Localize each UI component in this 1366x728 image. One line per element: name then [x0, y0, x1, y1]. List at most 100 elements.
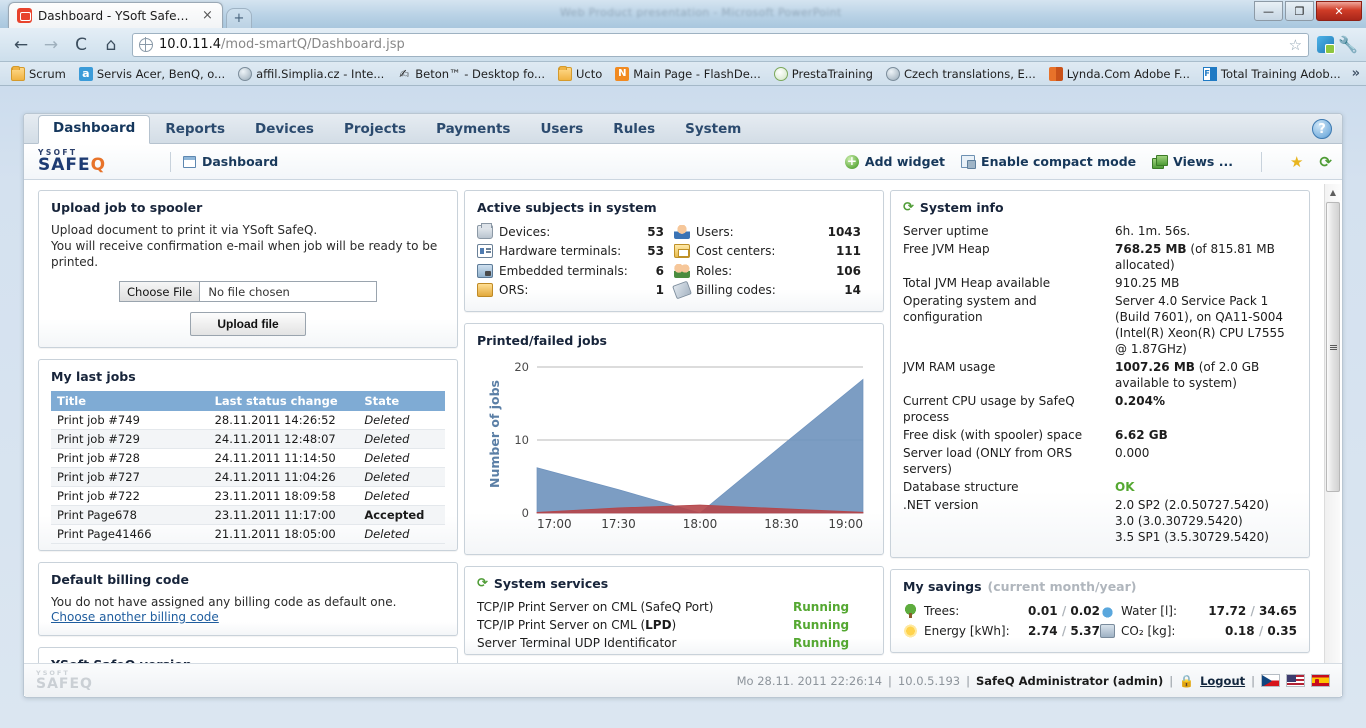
bookmark-label: Scrum	[29, 66, 66, 81]
flag-us-icon[interactable]	[1286, 674, 1305, 687]
tab-payments[interactable]: Payments	[421, 118, 525, 144]
savings-row: Water [l]: 17.72 / 34.65	[1100, 601, 1297, 621]
browser-window: Web Product presentation - Microsoft Pow…	[0, 0, 1366, 728]
tab-reports[interactable]: Reports	[150, 118, 240, 144]
column-title[interactable]: Title	[51, 391, 209, 411]
bookmark-item[interactable]: N Main Page - FlashDe...	[610, 65, 765, 83]
cost-center-icon	[674, 244, 690, 259]
choose-billing-code-link[interactable]: Choose another billing code	[51, 610, 219, 624]
table-row[interactable]: Print job #749 28.11.2011 14:26:52 Delet…	[51, 411, 445, 430]
job-title: Print job #729	[51, 429, 209, 449]
subject-row: Users: 1043	[674, 222, 871, 242]
widget-column-1: Upload job to spooler Upload document to…	[38, 190, 458, 696]
choose-file-button[interactable]: Choose File	[120, 282, 201, 301]
table-header-row: Title Last status change State	[51, 391, 445, 411]
widget-title: Default billing code	[51, 572, 189, 587]
bookmarks-overflow-icon[interactable]: »	[1352, 66, 1360, 81]
service-row: TCP/IP Print Server on CML (SafeQ Port) …	[477, 598, 871, 616]
bookmark-item[interactable]: FT Total Training Adob...	[1198, 65, 1346, 83]
widget-upload-job: Upload job to spooler Upload document to…	[38, 190, 458, 348]
bookmark-label: Lynda.Com Adobe F...	[1066, 66, 1190, 81]
restore-button[interactable]: ❐	[1285, 1, 1314, 21]
forward-icon[interactable]: →	[38, 32, 64, 58]
help-icon[interactable]: ?	[1312, 119, 1332, 139]
table-row[interactable]: Print job #727 24.11.2011 11:04:26 Delet…	[51, 467, 445, 487]
back-icon[interactable]: ←	[8, 32, 34, 58]
info-key: JVM RAM usage	[903, 360, 996, 374]
bookmark-star-icon[interactable]: ☆	[1289, 36, 1302, 54]
table-row[interactable]: Print job #728 24.11.2011 11:14:50 Delet…	[51, 448, 445, 468]
savings-value: 2.74 / 5.37	[1028, 624, 1100, 638]
column-last-status-change[interactable]: Last status change	[208, 391, 359, 411]
browser-tab-dashboard[interactable]: Dashboard - YSoft SafeQ® ×	[8, 2, 223, 28]
scrollbar-thumb[interactable]	[1326, 202, 1340, 492]
tab-system[interactable]: System	[670, 118, 756, 144]
tab-dashboard[interactable]: Dashboard	[38, 114, 151, 144]
logo-safeq-text: SAFEQ	[38, 154, 107, 175]
bookmark-item[interactable]: ✍ Beton™ - Desktop fo...	[392, 65, 550, 83]
column-state[interactable]: State	[358, 391, 445, 411]
address-bar[interactable]: 10.0.11.4/mod-smartQ/Dashboard.jsp ☆	[132, 32, 1310, 57]
table-row[interactable]: Print Page41466 21.11.2011 18:05:00 Dele…	[51, 524, 445, 544]
tab-devices[interactable]: Devices	[240, 118, 329, 144]
job-changed: 23.11.2011 11:17:00	[208, 505, 359, 525]
job-title: Print job #728	[51, 448, 209, 468]
flag-es-icon[interactable]	[1311, 674, 1330, 687]
dashboard-scrollbar[interactable]: ▲ ▼	[1324, 184, 1341, 690]
refresh-icon[interactable]: ⟳	[1319, 153, 1332, 171]
dashboard-body: Upload job to spooler Upload document to…	[24, 180, 1342, 696]
reload-icon[interactable]: C	[68, 32, 94, 58]
table-row[interactable]: Print job #729 24.11.2011 12:48:07 Delet…	[51, 429, 445, 449]
subject-label: Roles:	[696, 263, 733, 278]
bookmark-item[interactable]: PrestaTraining	[769, 65, 878, 83]
bookmarks-bar: Scrum a Servis Acer, BenQ, o... affil.Sim…	[0, 62, 1366, 86]
toolbar-actions: + Add widget Enable compact mode Views .…	[844, 151, 1332, 172]
widget-columns: Upload job to spooler Upload document to…	[24, 190, 1342, 696]
job-state: Deleted	[358, 411, 445, 430]
savings-value: 17.72 / 34.65	[1208, 604, 1297, 618]
tab-rules[interactable]: Rules	[598, 118, 670, 144]
close-icon[interactable]: ×	[199, 9, 216, 22]
tree-icon	[903, 604, 918, 618]
table-row[interactable]: Print job #722 23.11.2011 18:09:58 Delet…	[51, 486, 445, 506]
roles-icon	[674, 263, 690, 278]
file-input[interactable]: Choose File No file chosen	[119, 281, 377, 302]
wrench-menu-icon[interactable]: 🔧	[1338, 35, 1358, 54]
presta-icon	[773, 66, 788, 81]
page-viewport: Dashboard Reports Devices Projects Payme…	[0, 86, 1366, 728]
background-window-title: Web Product presentation - Microsoft Pow…	[560, 6, 842, 19]
widget-default-billing-code: Default billing code You do not have ass…	[38, 562, 458, 636]
browser-tab-title: Dashboard - YSoft SafeQ®	[38, 8, 193, 23]
add-widget-button[interactable]: + Add widget	[844, 154, 945, 169]
info-key: Server uptime	[903, 224, 989, 238]
bookmark-item[interactable]: a Servis Acer, BenQ, o...	[74, 65, 230, 83]
bookmark-label: PrestaTraining	[791, 66, 873, 81]
bookmark-item[interactable]: Ucto	[553, 65, 607, 83]
enable-compact-mode-button[interactable]: Enable compact mode	[961, 154, 1136, 169]
jobs-table: Title Last status change State Print job…	[51, 391, 445, 544]
close-window-button[interactable]: ✕	[1316, 1, 1362, 21]
home-icon[interactable]: ⌂	[98, 32, 124, 58]
bookmark-item[interactable]: Lynda.Com Adobe F...	[1044, 65, 1195, 83]
add-favorite-icon[interactable]: ★	[1290, 153, 1303, 171]
new-tab-button[interactable]: +	[225, 8, 252, 28]
bookmark-item[interactable]: affil.Simplia.cz - Inte...	[233, 65, 389, 83]
footer-separator: |	[888, 673, 892, 688]
bookmark-item[interactable]: Czech translations, E...	[881, 65, 1041, 83]
views-button[interactable]: Views ...	[1152, 154, 1233, 169]
hand-icon: ✍	[399, 66, 410, 81]
job-changed: 28.11.2011 14:26:52	[208, 411, 359, 430]
bookmark-item[interactable]: Scrum	[6, 65, 71, 83]
url-path: /mod-smartQ/Dashboard.jsp	[221, 37, 405, 52]
scroll-up-icon[interactable]: ▲	[1325, 184, 1341, 201]
upload-file-button[interactable]: Upload file	[190, 312, 306, 336]
table-row[interactable]: Print Page678 23.11.2011 11:17:00 Accept…	[51, 505, 445, 525]
savings-row: CO₂ [kg]: 0.18 / 0.35	[1100, 621, 1297, 641]
flag-cz-icon[interactable]	[1261, 674, 1280, 687]
minimize-button[interactable]: —	[1254, 1, 1283, 21]
tab-projects[interactable]: Projects	[329, 118, 421, 144]
tab-users[interactable]: Users	[525, 118, 598, 144]
svg-text:Number of jobs: Number of jobs	[487, 380, 502, 488]
sync-icon[interactable]	[1317, 36, 1336, 54]
logout-link[interactable]: Logout	[1200, 674, 1245, 688]
